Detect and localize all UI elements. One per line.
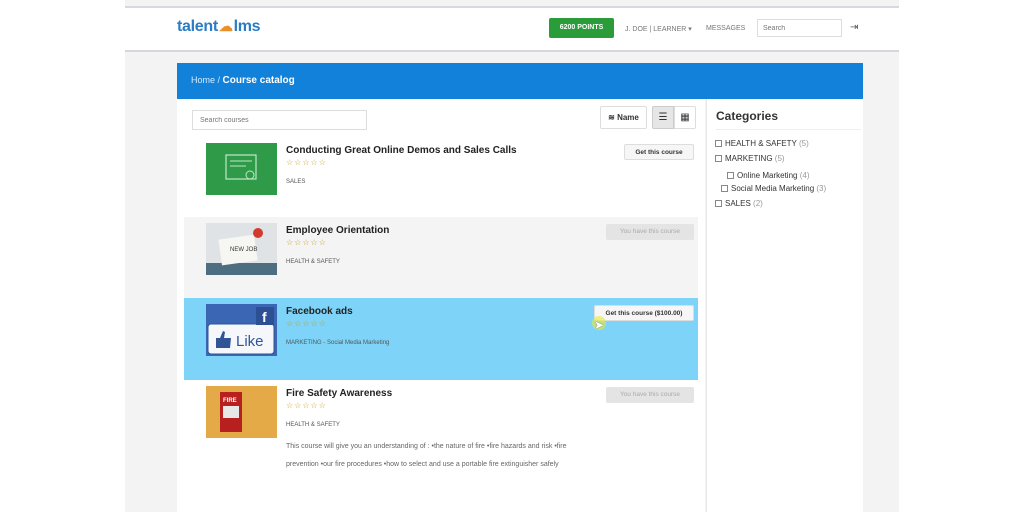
rating-stars: ☆☆☆☆☆ bbox=[286, 319, 327, 328]
course-title[interactable]: Fire Safety Awareness bbox=[286, 388, 392, 399]
rating-stars: ☆☆☆☆☆ bbox=[286, 401, 327, 410]
course-search-input[interactable] bbox=[192, 110, 367, 130]
categories-title: Categories bbox=[716, 109, 779, 123]
header-search-input[interactable] bbox=[757, 19, 842, 37]
category-label: Online Marketing bbox=[737, 171, 798, 180]
category-filter-sales[interactable]: SALES (2) bbox=[715, 199, 763, 208]
list-view-button[interactable]: ☰ bbox=[652, 106, 674, 129]
cloud-logo-icon: ☁ bbox=[218, 18, 233, 34]
categories-sidebar: Categories HEALTH & SAFETY (5) MARKETING… bbox=[706, 99, 863, 512]
fire-text: FIRE bbox=[223, 398, 237, 404]
category-count: (2) bbox=[753, 199, 763, 208]
course-category: HEALTH & SAFETY bbox=[286, 259, 340, 265]
course-row[interactable]: FIRE Fire Safety Awareness ☆☆☆☆☆ HEALTH … bbox=[184, 380, 698, 512]
layers-icon: ≋ bbox=[608, 113, 615, 122]
like-text: Like bbox=[236, 333, 264, 350]
category-label: HEALTH & SAFETY bbox=[725, 139, 797, 148]
user-menu[interactable]: J. DOE | LEARNER ▾ bbox=[625, 25, 692, 33]
category-label: SALES bbox=[725, 199, 751, 208]
category-filter-online-marketing[interactable]: Online Marketing (4) bbox=[727, 171, 810, 180]
course-thumbnail-orientation[interactable]: NEW JOB bbox=[206, 223, 277, 275]
course-thumbnail-facebook[interactable]: f Like bbox=[206, 304, 277, 356]
category-filter-health-safety[interactable]: HEALTH & SAFETY (5) bbox=[715, 139, 809, 148]
course-row-highlighted[interactable]: f Like Facebook ads ☆☆☆☆☆ MARKETING - So… bbox=[184, 298, 698, 380]
category-label: MARKETING bbox=[725, 154, 773, 163]
course-owned-button[interactable]: You have this course bbox=[606, 224, 694, 240]
course-owned-button[interactable]: You have this course bbox=[606, 387, 694, 403]
buy-course-button[interactable]: Get this course ($100.00) bbox=[594, 305, 694, 321]
new-job-text: NEW JOB bbox=[230, 247, 257, 253]
points-button[interactable]: 6200 POINTS bbox=[549, 18, 614, 38]
checkbox-icon[interactable] bbox=[715, 200, 722, 208]
breadcrumb-home-link[interactable]: Home / bbox=[191, 75, 220, 85]
breadcrumb-bar: Home / Course catalog bbox=[177, 63, 863, 99]
breadcrumb-current: Course catalog bbox=[222, 75, 295, 86]
category-filter-social-media-marketing[interactable]: Social Media Marketing (3) bbox=[721, 184, 826, 193]
breadcrumb: Home / Course catalog bbox=[191, 75, 295, 86]
checkbox-icon[interactable] bbox=[721, 185, 728, 193]
divider bbox=[716, 129, 861, 130]
course-thumbnail-demos[interactable] bbox=[206, 143, 277, 195]
rating-stars: ☆☆☆☆☆ bbox=[286, 158, 327, 167]
checkbox-icon[interactable] bbox=[727, 172, 734, 180]
course-description: This course will give you an understandi… bbox=[286, 443, 567, 468]
top-header: talent☁lms 6200 POINTS J. DOE | LEARNER … bbox=[125, 8, 899, 52]
category-count: (3) bbox=[816, 184, 827, 193]
category-filter-marketing[interactable]: MARKETING (5) bbox=[715, 154, 785, 163]
course-row[interactable]: Conducting Great Online Demos and Sales … bbox=[184, 137, 698, 219]
talentlms-logo[interactable]: talent☁lms bbox=[177, 18, 261, 36]
course-row[interactable]: NEW JOB Employee Orientation ☆☆☆☆☆ HEALT… bbox=[184, 217, 698, 299]
logo-text-left: talent bbox=[177, 18, 218, 35]
grid-icon: ▦ bbox=[680, 112, 690, 123]
course-list-panel: ≋ Name ☰ ▦ Conducting Great Online Demos… bbox=[177, 99, 705, 512]
facebook-icon: f bbox=[262, 309, 267, 325]
course-category: SALES bbox=[286, 179, 306, 185]
checkbox-icon[interactable] bbox=[715, 140, 722, 148]
category-count: (5) bbox=[774, 154, 785, 163]
grid-view-button[interactable]: ▦ bbox=[674, 106, 696, 129]
category-count: (4) bbox=[799, 171, 810, 180]
course-title[interactable]: Employee Orientation bbox=[286, 225, 389, 236]
list-icon: ☰ bbox=[658, 112, 668, 123]
course-title[interactable]: Conducting Great Online Demos and Sales … bbox=[286, 145, 517, 156]
course-thumbnail-fire-safety[interactable]: FIRE bbox=[206, 386, 277, 438]
mouse-pointer-icon: ➤ bbox=[594, 318, 605, 332]
sort-by-name-button[interactable]: ≋ Name bbox=[600, 106, 647, 129]
course-category: HEALTH & SAFETY bbox=[286, 422, 340, 428]
logout-icon[interactable]: ⇥ bbox=[850, 22, 858, 33]
course-category: MARKETING - Social Media Marketing bbox=[286, 340, 390, 346]
category-count: (5) bbox=[798, 139, 809, 148]
sort-label: Name bbox=[617, 113, 639, 122]
category-label: Social Media Marketing bbox=[731, 184, 815, 193]
checkbox-icon[interactable] bbox=[715, 155, 722, 163]
get-course-button[interactable]: Get this course bbox=[624, 144, 694, 160]
rating-stars: ☆☆☆☆☆ bbox=[286, 238, 327, 247]
logo-text-right: lms bbox=[233, 18, 261, 35]
messages-link[interactable]: MESSAGES bbox=[706, 25, 745, 32]
course-title[interactable]: Facebook ads bbox=[286, 306, 353, 317]
